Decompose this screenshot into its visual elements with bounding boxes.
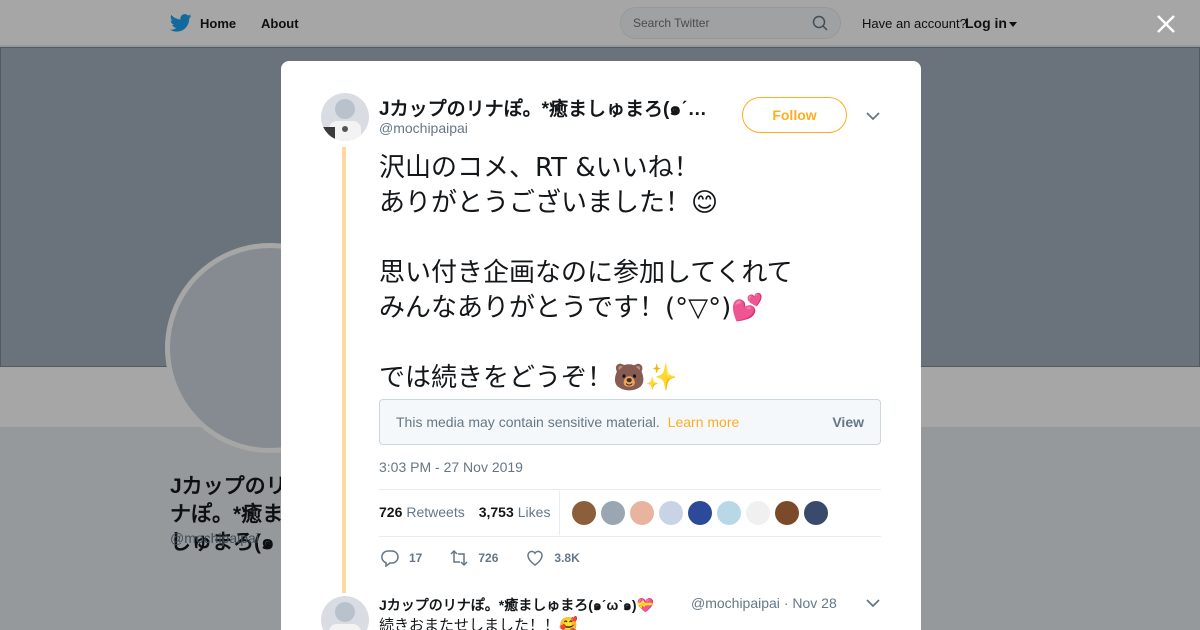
reply-text: 続きおまたせしました！！🥰 (379, 616, 578, 630)
retweet-icon (450, 549, 468, 567)
retweet-action[interactable]: 726 (450, 549, 498, 567)
likes-stat[interactable]: 3,753 Likes (479, 504, 551, 520)
view-media-button[interactable]: View (832, 414, 864, 430)
reply-date[interactable]: Nov 28 (792, 595, 836, 611)
liker-avatar[interactable] (601, 501, 625, 525)
learn-more-link[interactable]: Learn more (668, 414, 740, 430)
heart-icon (527, 550, 544, 566)
author-avatar[interactable] (321, 93, 369, 141)
sensitive-notice-line: This media may contain sensitive materia… (396, 414, 739, 430)
liker-avatar[interactable] (746, 501, 770, 525)
tweet-timestamp[interactable]: 3:03 PM - 27 Nov 2019 (379, 459, 523, 475)
retweets-stat[interactable]: 726 Retweets (379, 504, 465, 520)
avatar-image (321, 93, 369, 141)
reply-meta: @mochipaipai · Nov 28 (691, 595, 837, 611)
retweets-label: Retweets (406, 504, 465, 520)
avatar-image (321, 596, 369, 630)
stats-separator (559, 491, 560, 535)
likes-label: Likes (517, 504, 551, 520)
likes-count: 3,753 (478, 504, 514, 520)
thread-line (342, 147, 346, 593)
reply-author-avatar[interactable] (321, 596, 369, 630)
tweet-stats: 726 Retweets 3,753 Likes (379, 504, 550, 520)
close-icon[interactable] (1154, 12, 1178, 36)
tweet-text: 沢山のコメ、RT &いいね！ ありがとうございました！😊 思い付き企画なのに参加… (379, 153, 793, 393)
reply-action[interactable]: 17 (381, 549, 422, 567)
liker-avatar[interactable] (572, 501, 596, 525)
liker-avatar[interactable] (717, 501, 741, 525)
liker-avatar[interactable] (688, 501, 712, 525)
liker-avatar[interactable] (804, 501, 828, 525)
tweet-modal: Jカップのリナぽ。*癒ましゅまろ(๑ˊωˋ๑)💝 @mochipaipai Fo… (281, 61, 921, 630)
liker-avatar[interactable] (775, 501, 799, 525)
liker-avatar[interactable] (659, 501, 683, 525)
like-count: 3.8K (554, 551, 580, 565)
divider (379, 536, 881, 537)
reply-handle[interactable]: @mochipaipai (691, 595, 780, 611)
chevron-down-icon[interactable] (864, 107, 882, 125)
dot-separator: · (783, 595, 789, 611)
follow-button[interactable]: Follow (742, 97, 847, 133)
reply-icon (381, 550, 399, 567)
liker-avatar[interactable] (630, 501, 654, 525)
sensitive-message: This media may contain sensitive materia… (396, 414, 660, 430)
author-handle[interactable]: @mochipaipai (379, 120, 468, 136)
retweet-count: 726 (478, 551, 499, 565)
sensitive-media-notice: This media may contain sensitive materia… (379, 399, 881, 445)
chevron-down-icon[interactable] (864, 594, 882, 612)
divider (379, 489, 881, 490)
retweets-count: 726 (379, 504, 403, 520)
reply-count: 17 (409, 551, 423, 565)
like-action[interactable]: 3.8K (526, 549, 580, 567)
liker-avatars (572, 501, 828, 525)
tweet-actions: 17 726 3.8K (381, 549, 608, 567)
